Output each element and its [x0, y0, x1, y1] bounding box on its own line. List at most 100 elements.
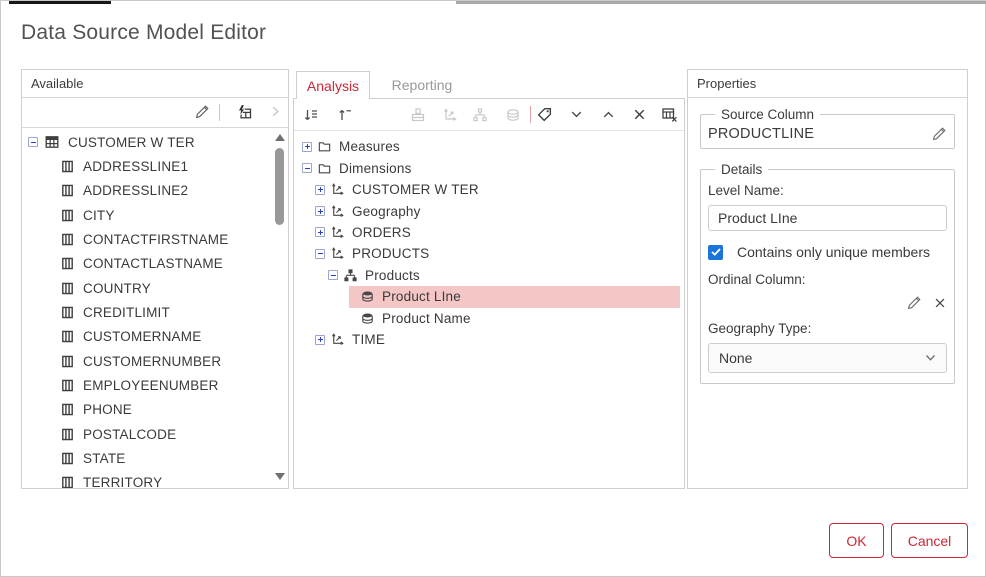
- expand-icon[interactable]: [302, 141, 312, 152]
- tree-item-label: CREDITLIMIT: [83, 305, 170, 321]
- collapse-icon[interactable]: [28, 137, 38, 148]
- tree-item-measures[interactable]: Measures: [294, 136, 684, 157]
- column-icon: [60, 256, 75, 271]
- edit-column-icon[interactable]: [194, 104, 210, 120]
- tree-item-hierarchy[interactable]: Products: [294, 265, 684, 286]
- tree-item-label: Dimensions: [339, 160, 412, 176]
- tree-item-dimension[interactable]: Geography: [294, 200, 684, 221]
- tree-item-column[interactable]: CUSTOMERNAME: [22, 325, 288, 349]
- tree-item-column[interactable]: CUSTOMERNUMBER: [22, 349, 288, 373]
- collapse-icon[interactable]: [328, 270, 338, 281]
- tree-item-label: CONTACTFIRSTNAME: [83, 232, 229, 248]
- tree-item-label: POSTALCODE: [83, 426, 177, 442]
- geography-type-select[interactable]: None: [708, 343, 947, 373]
- auto-generate-model-icon[interactable]: [236, 104, 253, 121]
- edit-source-column-icon[interactable]: [931, 126, 947, 142]
- reorder-down-icon[interactable]: [302, 106, 319, 123]
- move-down-icon[interactable]: [568, 106, 585, 123]
- clear-ordinal-column-icon[interactable]: [933, 295, 947, 311]
- tree-item-label: Measures: [339, 139, 400, 155]
- column-icon: [60, 183, 75, 198]
- tree-item-label: CUSTOMER W TER: [352, 182, 479, 198]
- tree-item-level-selected[interactable]: Product LIne: [294, 286, 684, 308]
- tree-item-column[interactable]: CONTACTFIRSTNAME: [22, 227, 288, 251]
- column-icon: [60, 281, 75, 296]
- level-name-input[interactable]: [708, 205, 947, 231]
- tree-item-label: CONTACTLASTNAME: [83, 256, 224, 272]
- tree-item-column[interactable]: ADDRESSLINE1: [22, 154, 288, 178]
- tree-item-column[interactable]: CREDITLIMIT: [22, 300, 288, 324]
- tree-item-label: CITY: [83, 207, 115, 223]
- unique-members-checkbox[interactable]: [708, 244, 723, 260]
- source-column-group: Source Column PRODUCTLINE: [700, 107, 955, 149]
- clear-model-icon[interactable]: [661, 106, 678, 123]
- add-measure-icon[interactable]: [409, 106, 426, 123]
- data-source-model-editor-dialog: Data Source Model Editor Available CUSTO…: [0, 0, 986, 577]
- tree-item-dimension[interactable]: CUSTOMER W TER: [294, 179, 684, 200]
- tree-item-column[interactable]: ADDRESSLINE2: [22, 179, 288, 203]
- level-name-label: Level Name:: [708, 183, 784, 198]
- tree-item-column[interactable]: CITY: [22, 203, 288, 227]
- unique-members-label: Contains only unique members: [737, 244, 930, 260]
- cancel-button[interactable]: Cancel: [891, 523, 968, 558]
- tree-item-table[interactable]: CUSTOMER W TER: [22, 130, 288, 154]
- reorder-up-icon[interactable]: [336, 106, 353, 123]
- tree-item-column[interactable]: POSTALCODE: [22, 422, 288, 446]
- tab-bar: Analysis Reporting: [293, 71, 685, 99]
- tree-item-dimension[interactable]: TIME: [294, 329, 684, 350]
- scrollbar-thumb[interactable]: [275, 148, 284, 225]
- tree-item-column[interactable]: STATE: [22, 446, 288, 470]
- model-body: Measures Dimensions CUSTOMER W TER Geogr…: [293, 98, 685, 489]
- move-up-icon[interactable]: [600, 106, 617, 123]
- add-hierarchy-icon[interactable]: [471, 106, 488, 123]
- tree-item-column[interactable]: PHONE: [22, 398, 288, 422]
- tree-item-label: ORDERS: [352, 224, 411, 240]
- ordinal-column-label: Ordinal Column:: [708, 272, 806, 287]
- column-icon: [60, 451, 75, 466]
- add-to-model-chevron-icon[interactable]: [268, 104, 283, 119]
- tree-item-column[interactable]: COUNTRY: [22, 276, 288, 300]
- tree-item-label: CUSTOMERNUMBER: [83, 353, 222, 369]
- collapse-icon[interactable]: [302, 163, 312, 174]
- tab-reporting[interactable]: Reporting: [370, 71, 474, 99]
- toolbar-divider: [530, 106, 531, 123]
- tree-item-dimension[interactable]: PRODUCTS: [294, 243, 684, 264]
- tree-item-column[interactable]: TERRITORY: [22, 471, 288, 488]
- tree-item-column[interactable]: EMPLOYEENUMBER: [22, 373, 288, 397]
- dimension-icon: [330, 332, 345, 347]
- source-column-value: PRODUCTLINE: [708, 126, 815, 142]
- add-dimension-icon[interactable]: [441, 106, 458, 123]
- model-panel: Analysis Reporting Measures Dimensions C…: [293, 71, 685, 489]
- expand-icon[interactable]: [315, 334, 325, 345]
- scroll-up-icon[interactable]: [275, 134, 285, 141]
- dimension-icon: [330, 204, 345, 219]
- available-panel: Available CUSTOMER W TER ADDRESSLINE1 AD…: [21, 69, 289, 489]
- tree-item-dimensions[interactable]: Dimensions: [294, 157, 684, 178]
- tree-item-level[interactable]: Product Name: [294, 308, 684, 329]
- tab-analysis[interactable]: Analysis: [296, 71, 370, 99]
- model-tree: Measures Dimensions CUSTOMER W TER Geogr…: [294, 130, 684, 488]
- tree-item-column[interactable]: CONTACTLASTNAME: [22, 252, 288, 276]
- expand-icon[interactable]: [315, 227, 325, 238]
- model-toolbar: [294, 99, 684, 131]
- add-level-icon[interactable]: [504, 106, 521, 123]
- expand-icon[interactable]: [315, 206, 325, 217]
- page-title: Data Source Model Editor: [21, 21, 267, 44]
- column-icon: [60, 305, 75, 320]
- delete-icon[interactable]: [631, 106, 648, 123]
- edit-ordinal-column-icon[interactable]: [906, 295, 922, 311]
- column-icon: [60, 232, 75, 247]
- column-icon: [60, 354, 75, 369]
- properties-panel-title: Properties: [688, 70, 967, 98]
- tree-item-label: ADDRESSLINE1: [83, 159, 189, 175]
- dimension-icon: [330, 225, 345, 240]
- collapse-icon[interactable]: [315, 248, 325, 259]
- expand-icon[interactable]: [315, 184, 325, 195]
- scroll-down-icon[interactable]: [275, 473, 285, 480]
- tree-item-dimension[interactable]: ORDERS: [294, 222, 684, 243]
- ok-button[interactable]: OK: [829, 523, 884, 558]
- add-attribute-tag-icon[interactable]: [536, 106, 553, 123]
- geography-type-label: Geography Type:: [708, 321, 812, 336]
- scrollbar[interactable]: [273, 127, 286, 487]
- table-icon: [44, 134, 60, 150]
